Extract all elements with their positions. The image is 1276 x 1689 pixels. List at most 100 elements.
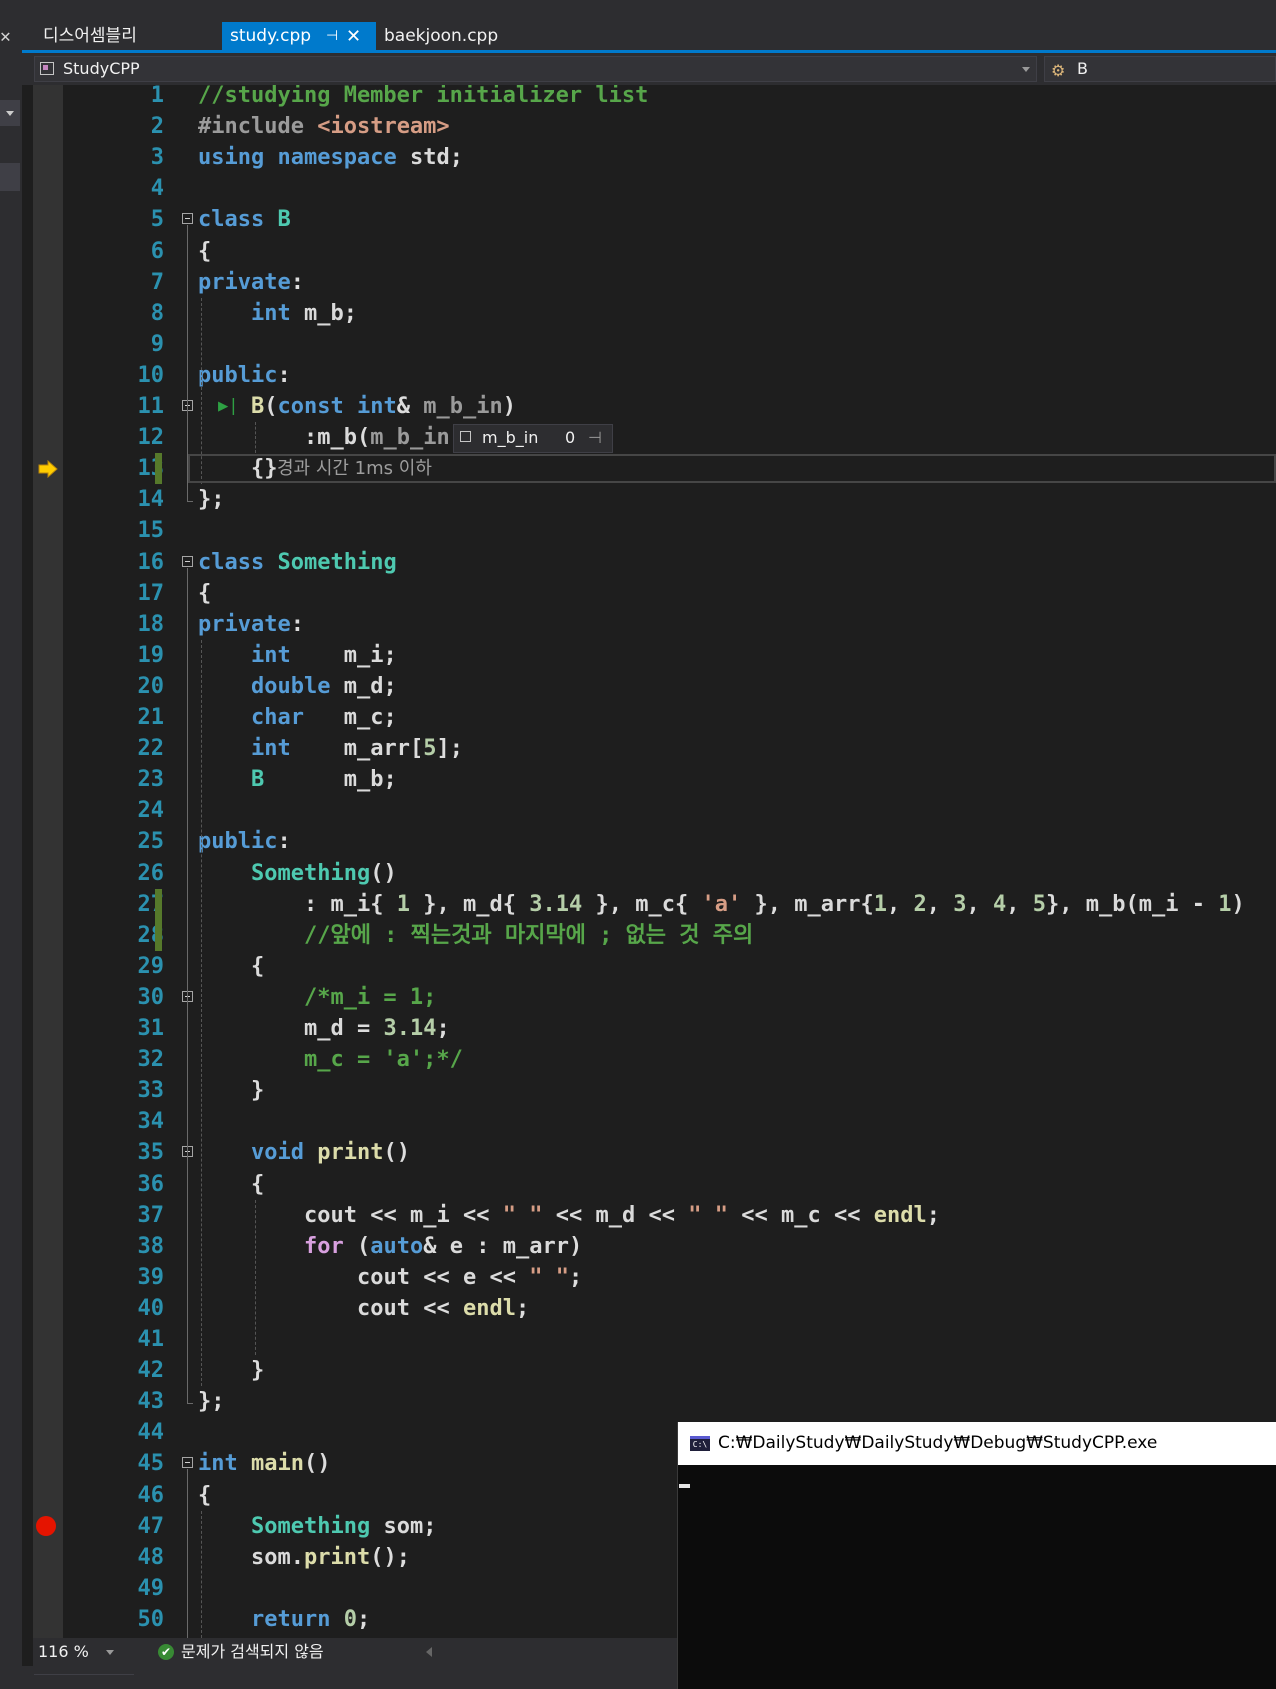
- code-line[interactable]: 23 B m_b;: [33, 764, 1276, 795]
- line-number: 3: [150, 145, 164, 171]
- code-line[interactable]: 34: [33, 1106, 1276, 1137]
- code-line[interactable]: 2 #include <iostream>: [33, 111, 1276, 142]
- code-line[interactable]: 4: [33, 173, 1276, 204]
- code-line[interactable]: 32 m_c = 'a';*/: [33, 1044, 1276, 1075]
- code-line[interactable]: 12 :m_b(m_b_in): [33, 422, 1276, 453]
- code-line[interactable]: 38 for (auto& e : m_arr): [33, 1231, 1276, 1262]
- code-line[interactable]: 19 int m_i;: [33, 640, 1276, 671]
- chevron-down-icon[interactable]: [1022, 67, 1030, 72]
- code-text: class B: [198, 207, 291, 233]
- code-text: {: [251, 1171, 265, 1197]
- fold-toggle-icon[interactable]: [182, 555, 193, 567]
- outline-line: [187, 1002, 188, 1072]
- scroll-left-icon[interactable]: [426, 1647, 432, 1657]
- scope-combo[interactable]: ⚙ B: [1044, 56, 1276, 82]
- console-title-bar[interactable]: C:\ C:₩DailyStudy₩DailyStudy₩Debug₩Study…: [678, 1422, 1276, 1465]
- code-line[interactable]: 5 class B: [33, 204, 1276, 235]
- code-line[interactable]: 9: [33, 329, 1276, 360]
- pin-icon[interactable]: ⊣: [588, 425, 602, 450]
- close-tab-icon[interactable]: ✕: [346, 22, 361, 51]
- code-line[interactable]: 30 /*m_i = 1;: [33, 982, 1276, 1013]
- code-line[interactable]: 25 public:: [33, 826, 1276, 857]
- code-line[interactable]: 7 private:: [33, 267, 1276, 298]
- code-line[interactable]: 16 class Something: [33, 547, 1276, 578]
- code-text: Something(): [251, 860, 397, 886]
- selected-item[interactable]: [0, 163, 20, 191]
- tab-disassembly[interactable]: 디스어셈블리: [35, 22, 235, 51]
- code-line[interactable]: 26 Something(): [33, 858, 1276, 889]
- code-line[interactable]: 1 //studying Member initializer list: [33, 85, 1276, 111]
- chevron-down-icon[interactable]: [106, 1650, 114, 1655]
- line-number: 31: [137, 1016, 165, 1041]
- run-to-click-icon[interactable]: ▶|: [218, 391, 238, 422]
- code-line[interactable]: 10 public:: [33, 360, 1276, 391]
- line-number: 22: [137, 736, 165, 762]
- code-line[interactable]: 21 char m_c;: [33, 702, 1276, 733]
- code-line[interactable]: 36 {: [33, 1169, 1276, 1200]
- project-combo[interactable]: StudyCPP: [34, 56, 1037, 82]
- code-text: private:: [198, 611, 304, 637]
- code-line[interactable]: 24: [33, 795, 1276, 826]
- line-number: 45: [137, 1451, 165, 1477]
- code-text: int m_arr[5];: [251, 736, 463, 762]
- pin-icon[interactable]: ⊣: [326, 22, 338, 51]
- code-line[interactable]: 40 cout << endl;: [33, 1293, 1276, 1324]
- line-number: 10: [137, 362, 165, 388]
- code-text: /*m_i = 1;: [198, 984, 437, 1010]
- indent-guide: [201, 639, 202, 1387]
- line-number: 24: [137, 798, 165, 824]
- zoom-level[interactable]: 116 %: [38, 1638, 89, 1666]
- fold-toggle-icon[interactable]: [182, 1457, 193, 1469]
- debugger-datatip[interactable]: m_b_in 0 ⊣: [453, 424, 613, 454]
- line-number: 14: [137, 487, 165, 513]
- editor-status-bar: 116 % ✔ 문제가 검색되지 않음: [33, 1638, 677, 1666]
- dropdown-button[interactable]: [0, 100, 20, 126]
- code-line[interactable]: 20 double m_d;: [33, 671, 1276, 702]
- line-number: 47: [137, 1513, 165, 1539]
- code-line[interactable]: 33 }: [33, 1075, 1276, 1106]
- code-line[interactable]: 28 //앞에 : 찍는것과 마지막에 ; 없는 것 주의: [33, 920, 1276, 951]
- code-editor[interactable]: 1 //studying Member initializer list 2 #inc…: [33, 85, 1276, 1638]
- tab-baekjoon-cpp[interactable]: baekjoon.cpp: [376, 22, 576, 51]
- code-text: Something som;: [251, 1513, 437, 1539]
- code-line[interactable]: 22 int m_arr[5];: [33, 733, 1276, 764]
- code-line[interactable]: 14};: [33, 484, 1276, 515]
- code-line[interactable]: 31 m_d = 3.14;: [33, 1013, 1276, 1044]
- console-title: C:₩DailyStudy₩DailyStudy₩Debug₩StudyCPP.…: [718, 1433, 1158, 1453]
- breakpoint-icon[interactable]: [36, 1515, 56, 1536]
- code-text: public:: [198, 362, 291, 388]
- line-number: 35: [137, 1140, 165, 1166]
- line-number: 46: [137, 1482, 165, 1508]
- code-line[interactable]: 39 cout << e << " ";: [33, 1262, 1276, 1293]
- code-text: int m_b;: [251, 300, 357, 326]
- code-text: {: [198, 580, 212, 606]
- tab-study-cpp[interactable]: study.cpp ⊣ ✕: [222, 22, 376, 51]
- console-window[interactable]: C:\ C:₩DailyStudy₩DailyStudy₩Debug₩Study…: [677, 1422, 1276, 1689]
- code-line[interactable]: 8 int m_b;: [33, 298, 1276, 329]
- variable-icon: [460, 431, 471, 443]
- code-line[interactable]: 29 {: [33, 951, 1276, 982]
- code-line[interactable]: 43};: [33, 1386, 1276, 1417]
- code-line[interactable]: 42 }: [33, 1355, 1276, 1386]
- line-number: 19: [137, 642, 165, 668]
- issues-status[interactable]: 문제가 검색되지 않음: [181, 1638, 324, 1666]
- code-line[interactable]: 18 private:: [33, 609, 1276, 640]
- line-number: 36: [137, 1171, 165, 1197]
- close-icon[interactable]: ✕: [0, 26, 14, 47]
- code-line[interactable]: 37 cout << m_i << " " << m_d << " " << m…: [33, 1200, 1276, 1231]
- line-number: 32: [137, 1047, 165, 1073]
- code-line[interactable]: 3 using namespace std;: [33, 142, 1276, 173]
- code-line[interactable]: 17 {: [33, 578, 1276, 609]
- line-number: 11: [137, 394, 165, 419]
- code-line[interactable]: 35 void print(): [33, 1137, 1276, 1168]
- datatip-value[interactable]: 0: [565, 425, 575, 450]
- line-number: 49: [137, 1575, 165, 1601]
- tab-label: baekjoon.cpp: [384, 26, 499, 46]
- line-number: 6: [150, 238, 164, 264]
- line-number: 18: [137, 611, 165, 637]
- code-line[interactable]: 15: [33, 515, 1276, 546]
- code-line[interactable]: 41: [33, 1324, 1276, 1355]
- code-line[interactable]: 6{: [33, 236, 1276, 267]
- fold-toggle-icon[interactable]: [182, 213, 193, 225]
- code-line[interactable]: 27 : m_i{ 1 }, m_d{ 3.14 }, m_c{ 'a' }, …: [33, 889, 1276, 920]
